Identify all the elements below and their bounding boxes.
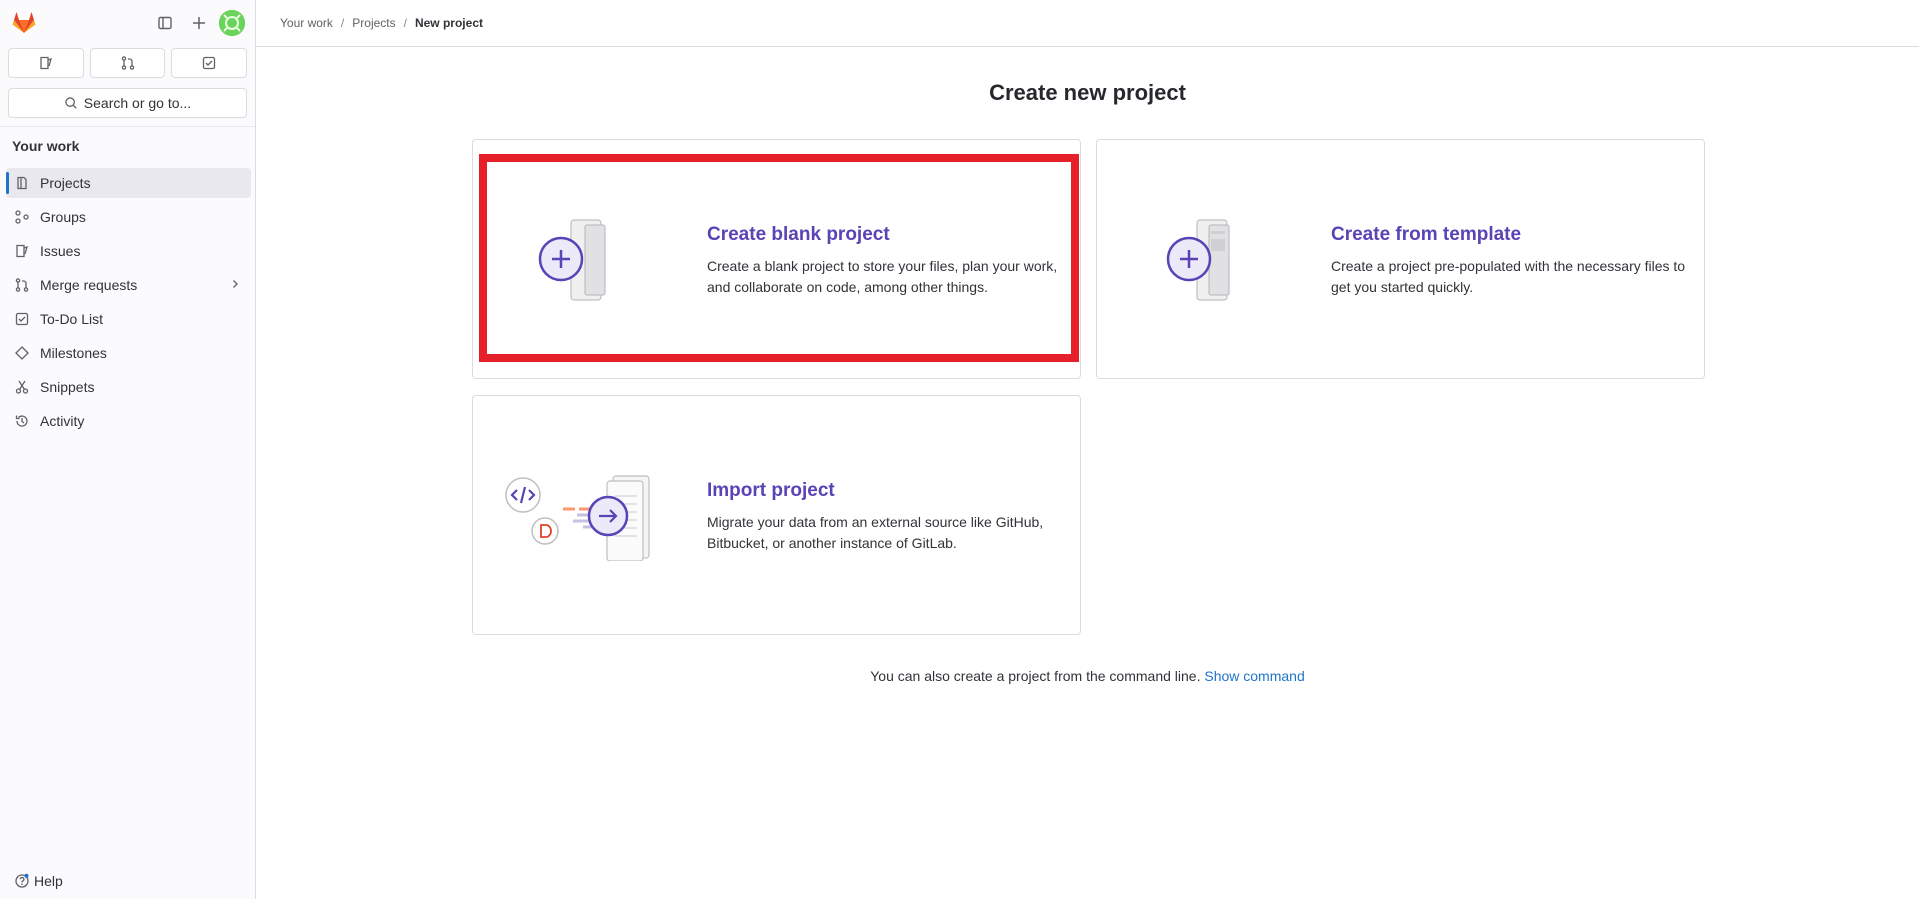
gitlab-logo[interactable] bbox=[10, 8, 38, 36]
sidebar-item-groups[interactable]: Groups bbox=[6, 202, 251, 232]
plus-icon bbox=[193, 17, 205, 29]
sidebar-item-label: Merge requests bbox=[40, 277, 138, 293]
search-button[interactable]: Search or go to... bbox=[8, 88, 247, 118]
card-title: Import project bbox=[707, 480, 835, 501]
sidebar-item-issues[interactable]: Issues bbox=[6, 236, 251, 266]
show-command-link[interactable]: Show command bbox=[1204, 668, 1304, 684]
breadcrumb-separator: / bbox=[403, 16, 407, 30]
sidebar-header bbox=[0, 0, 255, 44]
create-from-template-card[interactable]: Create from template Create a project pr… bbox=[1096, 139, 1705, 379]
merge-request-icon bbox=[121, 56, 134, 70]
sidebar-item-label: Activity bbox=[40, 413, 85, 429]
avatar-pattern-icon bbox=[219, 10, 245, 36]
avatar[interactable] bbox=[219, 10, 245, 36]
merge-request-icon bbox=[14, 277, 30, 293]
quick-actions bbox=[0, 44, 255, 78]
merge-requests-button[interactable] bbox=[89, 48, 166, 78]
todo-list-button[interactable] bbox=[171, 48, 248, 78]
sidebar-item-snippets[interactable]: Snippets bbox=[6, 372, 251, 402]
sidebar-header-actions bbox=[151, 9, 245, 37]
sidebar-nav: Projects Groups Issues Merge requests To… bbox=[6, 168, 251, 440]
breadcrumb: Your work / Projects / New project bbox=[256, 0, 1919, 47]
breadcrumb-new-project[interactable]: New project bbox=[415, 16, 483, 30]
sidebar-item-activity[interactable]: Activity bbox=[6, 406, 251, 436]
help-button[interactable]: Help bbox=[14, 873, 63, 889]
import-project-card[interactable]: Import project Migrate your data from an… bbox=[472, 395, 1081, 635]
card-text: Create blank project Create a blank proj… bbox=[707, 224, 1070, 298]
sidebar-toggle-icon bbox=[158, 16, 172, 30]
sidebar-item-label: Milestones bbox=[40, 345, 107, 361]
create-blank-project-card[interactable]: Create blank project Create a blank proj… bbox=[472, 139, 1081, 379]
snippet-icon bbox=[14, 379, 30, 395]
todo-icon bbox=[14, 311, 30, 327]
sidebar: Search or go to... Your work Projects Gr… bbox=[0, 0, 256, 899]
chevron-right-icon[interactable] bbox=[229, 278, 241, 290]
assigned-issues-button[interactable] bbox=[8, 48, 84, 78]
command-line-hint: You can also create a project from the c… bbox=[256, 668, 1919, 684]
blank-project-illustration-icon bbox=[538, 219, 606, 301]
sidebar-divider bbox=[0, 126, 255, 127]
search-icon bbox=[65, 97, 77, 109]
sidebar-section-title: Your work bbox=[12, 138, 80, 154]
group-icon bbox=[14, 209, 30, 225]
sidebar-item-todo-list[interactable]: To-Do List bbox=[6, 304, 251, 334]
sidebar-item-label: Groups bbox=[40, 209, 86, 225]
sidebar-item-label: Issues bbox=[40, 243, 81, 259]
command-line-text: You can also create a project from the c… bbox=[870, 668, 1201, 684]
sidebar-item-merge-requests[interactable]: Merge requests bbox=[6, 270, 251, 300]
history-icon bbox=[14, 413, 30, 429]
sidebar-item-projects[interactable]: Projects bbox=[6, 168, 251, 198]
help-icon bbox=[15, 873, 29, 888]
breadcrumb-projects[interactable]: Projects bbox=[352, 16, 395, 30]
card-text: Create from template Create a project pr… bbox=[1331, 224, 1694, 298]
card-description: Migrate your data from an external sourc… bbox=[707, 514, 1044, 551]
breadcrumb-separator: / bbox=[340, 16, 345, 30]
sidebar-item-label: Snippets bbox=[40, 379, 95, 395]
search-label: Search or go to... bbox=[83, 95, 192, 111]
help-label: Help bbox=[34, 873, 63, 889]
project-icon bbox=[14, 175, 30, 191]
page-title: Create new project bbox=[989, 80, 1186, 105]
milestone-icon bbox=[14, 345, 30, 361]
create-new-button[interactable] bbox=[185, 9, 213, 37]
card-description: Create a project pre-populated with the … bbox=[1331, 258, 1686, 295]
sidebar-item-label: To-Do List bbox=[40, 311, 104, 327]
template-illustration-icon bbox=[1166, 219, 1230, 301]
issues-icon bbox=[40, 56, 52, 70]
sidebar-item-label: Projects bbox=[40, 175, 91, 191]
toggle-sidebar-button[interactable] bbox=[151, 9, 179, 37]
card-text: Import project Migrate your data from an… bbox=[707, 480, 1070, 554]
sidebar-item-milestones[interactable]: Milestones bbox=[6, 338, 251, 368]
card-title: Create blank project bbox=[707, 224, 890, 245]
issues-icon bbox=[14, 243, 30, 259]
card-description: Create a blank project to store your fil… bbox=[707, 258, 1058, 295]
todo-icon bbox=[203, 56, 216, 70]
card-title: Create from template bbox=[1331, 224, 1522, 245]
breadcrumb-your-work[interactable]: Your work bbox=[280, 16, 333, 30]
import-illustration-icon bbox=[505, 475, 650, 561]
